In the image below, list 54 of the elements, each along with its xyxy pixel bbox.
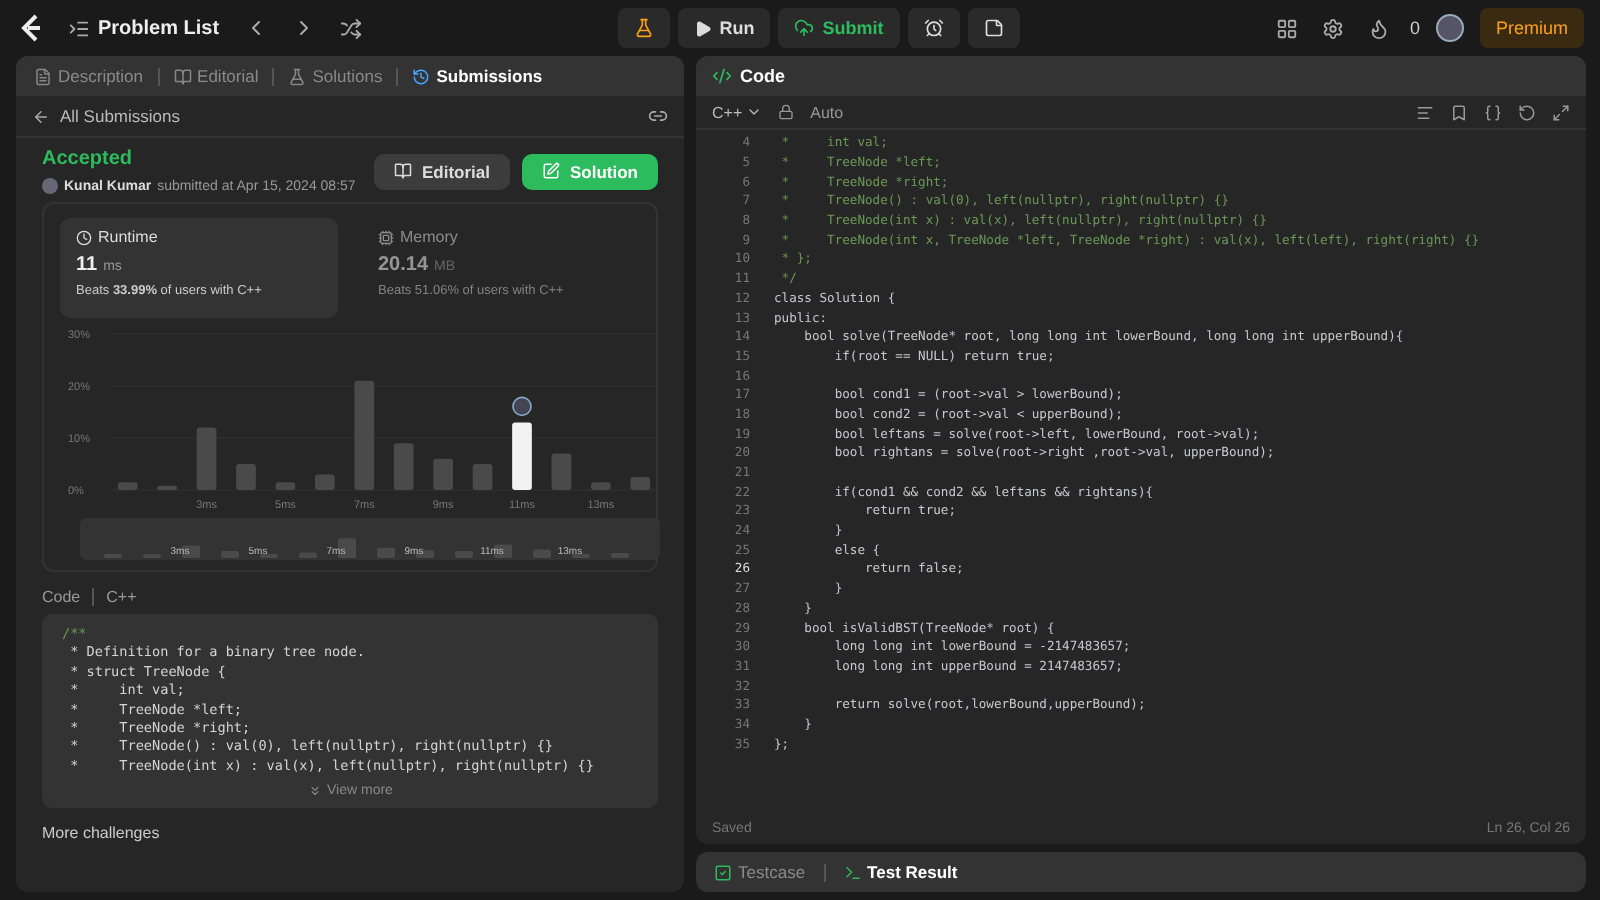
link-icon[interactable] [648,106,668,126]
checkbox-icon [714,863,732,881]
premium-button[interactable]: Premium [1479,8,1584,48]
auto-mode-label: Auto [810,103,844,121]
alarm-clock-icon[interactable] [907,8,960,48]
stat-title: Memory [400,228,458,246]
flask-icon [633,18,654,38]
run-button[interactable]: Run [677,8,771,48]
avatar[interactable] [1435,14,1464,42]
panel-tab[interactable]: Solutions [282,66,389,86]
language-label: C++ [106,588,137,606]
language-dropdown[interactable]: C++ [712,103,763,121]
edit-icon [542,162,560,180]
tab-icon [34,67,52,85]
more-challenges-heading: More challenges [42,824,162,843]
braces-icon[interactable] [1484,103,1502,121]
code-icon [712,66,732,86]
debug-button[interactable] [617,8,670,48]
tab-icon [412,67,431,85]
user-avatar-marker [512,396,532,417]
problem-list-button[interactable]: Problem List [64,13,224,43]
book-icon [393,162,412,180]
terminal-icon [843,863,862,881]
panel-tab[interactable]: Submissions [406,66,549,86]
reset-icon[interactable] [1518,103,1536,121]
all-submissions-link[interactable]: All Submissions [60,106,180,126]
expand-icon[interactable] [1552,103,1570,121]
shuffle-icon[interactable] [335,13,366,43]
editor-title: Code [740,66,785,86]
panel-tab[interactable]: Testcase [708,862,812,882]
double-chevron-icon [307,784,322,799]
code-label: Code [42,588,81,606]
editorial-button[interactable]: Editorial [373,153,510,189]
play-icon [693,19,712,37]
lock-icon [778,104,795,120]
chip-icon [378,229,394,245]
tab-icon [173,67,192,85]
format-icon[interactable] [1416,103,1434,121]
status-text: Accepted [42,148,135,170]
bookmark-icon[interactable] [1450,103,1468,121]
panel-tab[interactable]: Editorial [167,66,265,86]
submit-button[interactable]: Submit [778,8,900,48]
clock-icon [76,229,92,245]
chevron-down-icon [746,104,763,120]
list-icon [68,17,90,39]
panel-tab[interactable]: Description [28,66,150,86]
cloud-upload-icon [794,18,815,38]
stat-title: Runtime [98,228,158,246]
streak-count: 0 [1409,18,1420,38]
user-avatar [42,178,58,194]
tab-icon [288,67,307,85]
note-icon[interactable] [967,8,1020,48]
back-arrow-icon[interactable] [32,107,50,125]
panel-tab[interactable]: Test Result [837,862,964,882]
